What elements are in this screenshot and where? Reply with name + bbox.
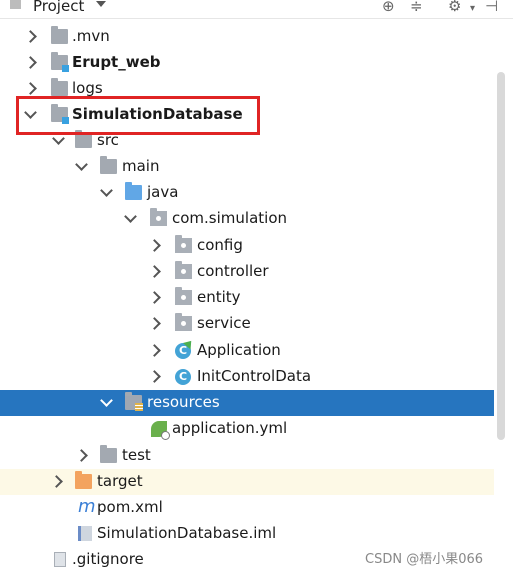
tree-item-entity[interactable]: entity [0, 285, 494, 311]
resources-folder-icon [125, 392, 143, 411]
tree-item-simulationdatabase-iml[interactable]: SimulationDatabase.iml [0, 521, 494, 547]
gear-icon[interactable]: ⚙ [448, 0, 461, 15]
tree-item-label: resources [147, 393, 220, 411]
tree-item-pom-xml[interactable]: m pom.xml [0, 495, 494, 521]
tree-item-config[interactable]: config [0, 233, 494, 259]
folder-icon [75, 130, 92, 148]
chevron-right-icon[interactable] [148, 338, 160, 364]
chevron-right-icon[interactable] [24, 24, 36, 50]
spring-boot-class-icon: C [175, 343, 191, 359]
highlight-box [16, 96, 260, 135]
source-folder-icon [125, 182, 142, 200]
iml-file-icon [78, 526, 92, 541]
tree-item-main[interactable]: main [0, 154, 494, 180]
tree-item-initcontroldata[interactable]: C InitControlData [0, 364, 494, 390]
chevron-right-icon[interactable] [148, 364, 160, 390]
tree-item-label: SimulationDatabase.iml [97, 524, 277, 542]
tree-item-label: java [147, 183, 179, 201]
watermark: CSDN @梧小果066 [365, 552, 484, 567]
project-view-title[interactable]: Project [33, 0, 84, 15]
package-icon [175, 235, 192, 253]
module-folder-icon [51, 52, 69, 72]
tree-item-com-simulation[interactable]: com.simulation [0, 206, 494, 232]
excluded-folder-icon [75, 471, 92, 489]
tree-item-label: controller [197, 262, 269, 280]
tree-item-mvn[interactable]: .mvn [0, 24, 494, 50]
package-icon [150, 208, 167, 226]
tree-item-service[interactable]: service [0, 311, 494, 337]
chevron-right-icon[interactable] [75, 443, 87, 469]
maven-icon: m [78, 496, 96, 517]
tree-item-label: service [197, 314, 251, 332]
chevron-down-icon[interactable] [96, 1, 106, 7]
chevron-down-icon[interactable] [124, 206, 136, 232]
file-icon [54, 552, 66, 567]
package-icon [175, 261, 192, 279]
tree-item-label: config [197, 236, 243, 254]
folder-icon [51, 78, 68, 96]
chevron-right-icon[interactable] [148, 233, 160, 259]
vertical-scrollbar[interactable] [497, 72, 505, 440]
chevron-right-icon[interactable] [148, 285, 160, 311]
tree-item-label: com.simulation [172, 209, 287, 227]
chevron-down-icon[interactable] [100, 390, 112, 416]
tree-item-label: Application [197, 341, 281, 359]
chevron-right-icon[interactable] [24, 50, 36, 76]
target-icon[interactable]: ⊕ [382, 0, 395, 15]
chevron-down-icon[interactable] [75, 154, 87, 180]
tree-item-erupt-web[interactable]: Erupt_web [0, 50, 494, 76]
tree-item-label: application.yml [172, 419, 288, 437]
chevron-right-icon[interactable] [148, 259, 160, 285]
folder-icon [100, 156, 117, 174]
tree-item-label: main [122, 157, 160, 175]
hide-panel-icon[interactable]: ⊣ [485, 0, 498, 15]
tree-item-target[interactable]: target [0, 469, 494, 495]
tree-item-java[interactable]: java [0, 180, 494, 206]
folder-icon [51, 26, 68, 44]
spring-config-icon [151, 421, 170, 440]
tree-item-label: .mvn [72, 27, 110, 45]
tree-item-label: .gitignore [72, 550, 144, 568]
project-view-icon [10, 0, 21, 9]
chevron-right-icon[interactable] [50, 469, 62, 495]
tree-item-application-yml[interactable]: application.yml [0, 416, 494, 442]
tree-item-application[interactable]: C Application [0, 338, 494, 364]
folder-icon [100, 445, 117, 463]
tree-item-test[interactable]: test [0, 443, 494, 469]
tree-item-label: pom.xml [97, 498, 163, 516]
package-icon [175, 313, 192, 331]
tree-item-label: InitControlData [197, 367, 312, 385]
tree-item-label: logs [72, 79, 103, 97]
tree-item-controller[interactable]: controller [0, 259, 494, 285]
tree-item-label: target [97, 472, 143, 490]
chevron-down-icon[interactable] [100, 180, 112, 206]
tree-item-resources[interactable]: resources [0, 390, 494, 416]
collapse-all-icon[interactable]: ≑ [410, 0, 423, 15]
package-icon [175, 287, 192, 305]
tree-item-label: Erupt_web [72, 53, 161, 71]
tree-item-label: entity [197, 288, 241, 306]
project-toolbar: Project ⊕ ≑ ⚙ ▾ ⊣ [0, 0, 513, 19]
tree-item-label: test [122, 446, 151, 464]
chevron-down-icon[interactable]: ▾ [470, 3, 475, 14]
chevron-right-icon[interactable] [148, 311, 160, 337]
class-icon: C [175, 369, 191, 385]
